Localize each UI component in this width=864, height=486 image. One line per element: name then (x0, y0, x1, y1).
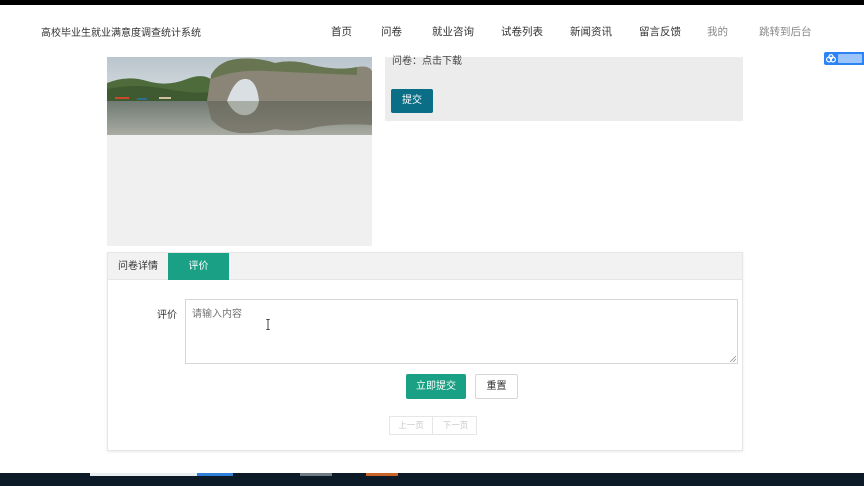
submit-button[interactable]: 提交 (391, 89, 433, 113)
tab-bar: 问卷详情 评价 (108, 253, 742, 280)
taskbar-item[interactable] (197, 473, 233, 476)
download-link[interactable]: 问卷：点击下载 (392, 52, 462, 67)
questionnaire-info-panel: 问卷：点击下载 提交 (385, 56, 743, 121)
nav-employment-consult[interactable]: 就业咨询 (432, 24, 474, 39)
submit-comment-button[interactable]: 立即提交 (406, 374, 466, 399)
detail-tabs-card: 问卷详情 评价 评价 立即提交 重置 上一页 下一页 (107, 252, 743, 451)
comment-input[interactable] (185, 299, 738, 364)
site-title: 高校毕业生就业满意度调查统计系统 (41, 28, 201, 39)
nav-questionnaire[interactable]: 问卷 (381, 24, 402, 39)
baidu-cloud-badge[interactable] (824, 52, 864, 65)
os-taskbar (0, 473, 864, 486)
top-navigation: 高校毕业生就业满意度调查统计系统 首页 问卷 就业咨询 试卷列表 新闻资讯 留言… (0, 5, 864, 57)
resize-grip-icon[interactable] (730, 356, 736, 362)
reset-button[interactable]: 重置 (475, 374, 518, 399)
prev-page-button[interactable]: 上一页 (390, 417, 433, 434)
nav-paper-list[interactable]: 试卷列表 (501, 24, 543, 39)
taskbar-item[interactable] (300, 473, 332, 476)
taskbar-item[interactable] (366, 473, 398, 476)
cover-photo (107, 57, 372, 135)
next-page-button[interactable]: 下一页 (434, 417, 477, 434)
nav-feedback[interactable]: 留言反馈 (639, 24, 681, 39)
tab-questionnaire-details[interactable]: 问卷详情 (108, 253, 168, 280)
taskbar-item[interactable] (90, 473, 197, 476)
comment-label: 评价 (157, 310, 177, 321)
badge-label-area (838, 54, 862, 63)
nav-news[interactable]: 新闻资讯 (570, 24, 612, 39)
nav-mine[interactable]: 我的 (707, 24, 728, 39)
questionnaire-cover-card (107, 57, 372, 246)
tab-comments[interactable]: 评价 (168, 253, 229, 280)
ibeam-cursor-icon (266, 319, 270, 330)
nav-home[interactable]: 首页 (331, 24, 352, 39)
pagination: 上一页 下一页 (389, 416, 477, 435)
nav-admin[interactable]: 跳转到后台 (759, 24, 812, 39)
baidu-cloud-icon (826, 54, 836, 63)
